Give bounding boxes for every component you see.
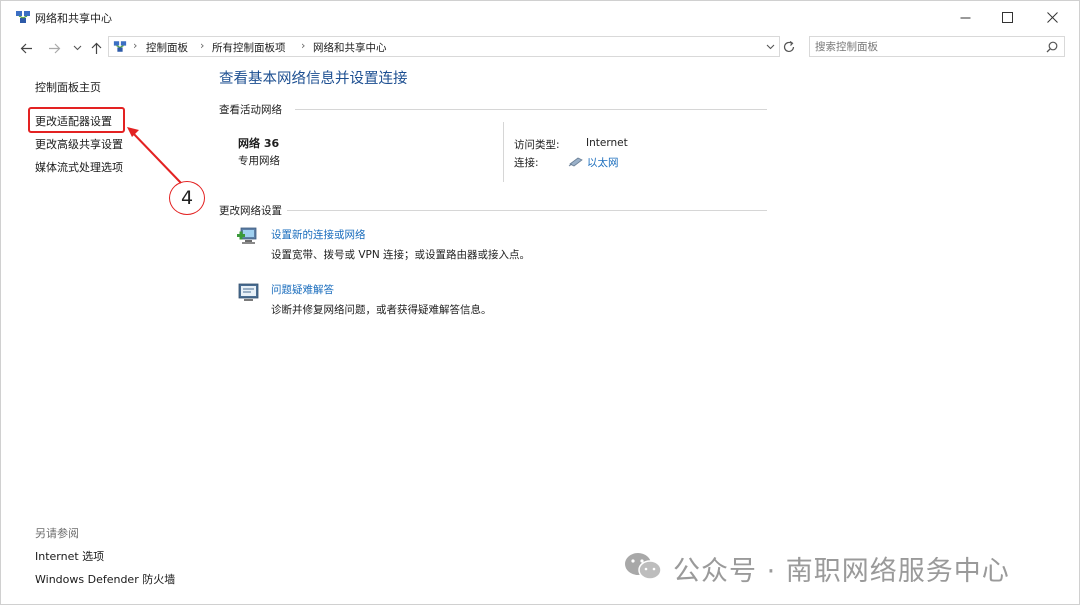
annotation-step-badge: 4: [169, 181, 205, 215]
search-box[interactable]: [809, 36, 1065, 57]
recent-locations-button[interactable]: [68, 39, 86, 57]
refresh-button[interactable]: [782, 39, 800, 55]
up-button[interactable]: [87, 39, 105, 57]
setup-new-connection-description: 设置宽带、拨号或 VPN 连接；或设置路由器或接入点。: [271, 249, 531, 261]
page-title: 查看基本网络信息并设置连接: [219, 71, 408, 87]
network-category: 专用网络: [238, 155, 280, 167]
internet-options-link[interactable]: Internet 选项: [35, 548, 104, 564]
access-type-label: 访问类型:: [514, 139, 560, 151]
troubleshoot-icon: [238, 283, 259, 301]
troubleshoot-problems-link[interactable]: 问题疑难解答: [271, 282, 334, 297]
refresh-icon: [783, 41, 795, 53]
see-also-heading: 另请参阅: [35, 527, 79, 540]
setup-new-connection-link[interactable]: 设置新的连接或网络: [271, 227, 366, 242]
forward-button[interactable]: [45, 39, 63, 57]
maximize-button[interactable]: [984, 1, 1030, 33]
search-input[interactable]: [815, 39, 1035, 54]
troubleshoot-problems-description: 诊断并修复网络问题，或者获得疑难解答信息。: [271, 304, 492, 316]
network-center-icon: [16, 11, 30, 23]
ethernet-icon: [568, 157, 583, 167]
title-bar: 网络和共享中心: [1, 1, 1079, 33]
network-name: 网络 36: [238, 137, 280, 150]
windows-defender-firewall-link[interactable]: Windows Defender 防火墙: [35, 571, 175, 587]
breadcrumb-network-center[interactable]: 网络和共享中心: [313, 40, 387, 55]
annotation-highlight-box: [28, 107, 125, 133]
control-panel-home-link[interactable]: 控制面板主页: [35, 79, 101, 95]
up-arrow-icon: [91, 42, 101, 54]
connections-label: 连接:: [514, 157, 539, 169]
active-networks-heading: 查看活动网络: [219, 104, 282, 116]
change-network-settings-heading: 更改网络设置: [219, 205, 282, 217]
breadcrumb-control-panel[interactable]: 控制面板: [146, 40, 188, 55]
breadcrumb-separator-icon: ›: [133, 39, 138, 52]
back-arrow-icon: [20, 43, 32, 53]
chevron-down-icon: [73, 45, 81, 51]
minimize-icon: [960, 17, 970, 18]
network-setup-icon: [237, 227, 257, 244]
address-dropdown-icon[interactable]: [766, 44, 775, 50]
wechat-icon: [625, 553, 662, 580]
forward-arrow-icon: [48, 43, 60, 53]
annotation-arrow-icon: [127, 127, 182, 184]
maximize-icon: [1001, 11, 1013, 23]
section-divider: [287, 210, 767, 211]
control-panel-icon: [113, 41, 127, 52]
network-sharing-center-window: 网络和共享中心 › 控制面板 › 所有控制面板项 › 网络和共享中心 搜索控制面…: [0, 0, 1080, 605]
search-icon[interactable]: [1046, 41, 1058, 53]
section-divider: [295, 109, 767, 110]
ethernet-connection-link[interactable]: 以太网: [587, 155, 619, 170]
breadcrumb-all-items[interactable]: 所有控制面板项: [212, 40, 286, 55]
close-button[interactable]: [1029, 1, 1075, 33]
close-icon: [1046, 11, 1058, 23]
breadcrumb-separator-icon: ›: [301, 39, 306, 52]
change-advanced-sharing-link[interactable]: 更改高级共享设置: [35, 136, 123, 152]
media-streaming-options-link[interactable]: 媒体流式处理选项: [35, 159, 123, 175]
vertical-divider: [503, 122, 504, 182]
watermark-text: 公众号 · 南职网络服务中心: [673, 556, 1010, 587]
back-button[interactable]: [17, 39, 35, 57]
window-title: 网络和共享中心: [35, 12, 112, 25]
address-bar[interactable]: › 控制面板 › 所有控制面板项 › 网络和共享中心: [108, 36, 780, 57]
minimize-button[interactable]: [942, 1, 988, 33]
access-type-value: Internet: [586, 137, 628, 149]
breadcrumb-separator-icon: ›: [200, 39, 205, 52]
